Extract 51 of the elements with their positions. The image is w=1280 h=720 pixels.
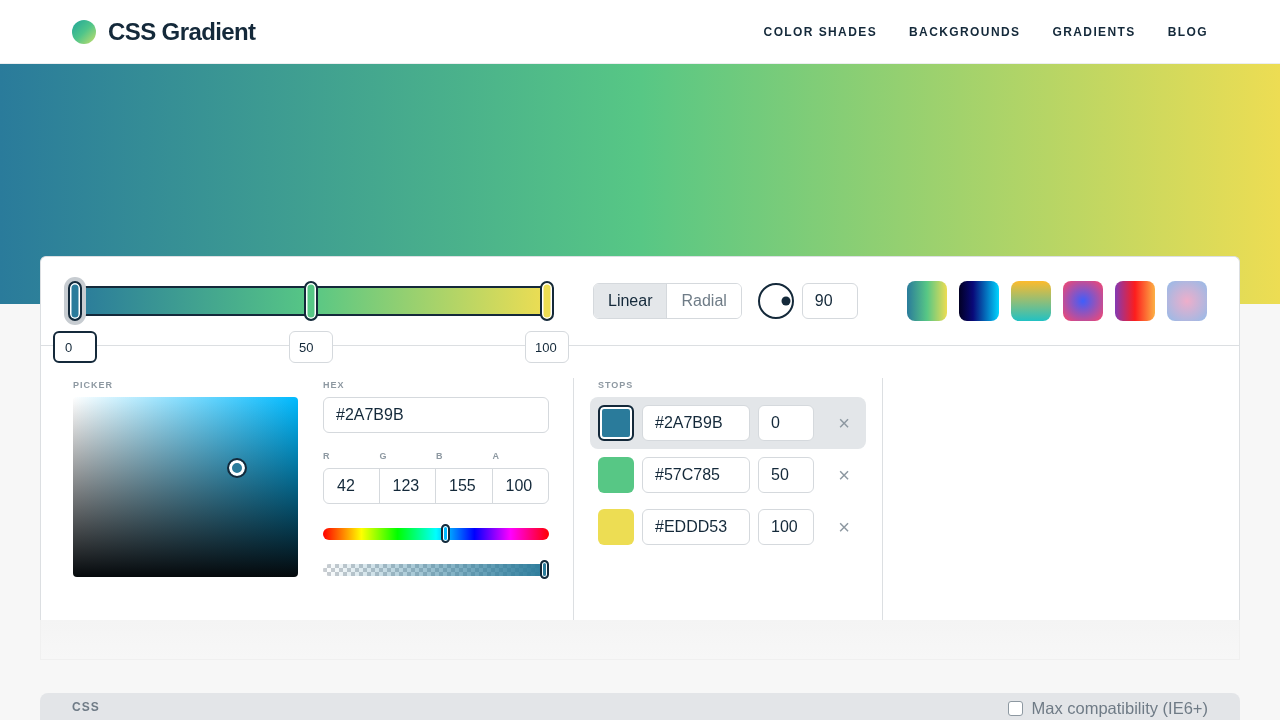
- preset-swatch-icon[interactable]: [1115, 281, 1155, 321]
- position-input[interactable]: 0: [53, 331, 97, 363]
- section-label: HEX: [323, 379, 346, 392]
- channel-label: A: [492, 450, 501, 463]
- alpha-slider-thumb[interactable]: [540, 560, 549, 579]
- channel-label: R: [323, 450, 332, 463]
- hue-slider-track[interactable]: [323, 524, 549, 543]
- nav-link[interactable]: BACKGROUNDS: [909, 24, 1021, 39]
- preset-swatch-icon[interactable]: [959, 281, 999, 321]
- color-swatch-icon[interactable]: [598, 509, 634, 545]
- color-picker-area[interactable]: [73, 397, 298, 577]
- site-title[interactable]: CSS Gradient: [108, 17, 256, 46]
- checkbox-label: Max compatibility (IE6+): [1031, 699, 1208, 717]
- type-tab[interactable]: Linear: [594, 284, 668, 318]
- preset-swatch-icon[interactable]: [907, 281, 947, 321]
- nav-link[interactable]: COLOR SHADES: [763, 24, 878, 39]
- checkbox[interactable]: [1008, 700, 1024, 716]
- nav-link[interactable]: BLOG: [1167, 24, 1208, 39]
- section-label: PICKER: [73, 379, 114, 392]
- stop-hex-input[interactable]: #57C785: [642, 457, 750, 493]
- channel-input[interactable]: 100: [491, 468, 549, 504]
- stop-hex-input[interactable]: #EDDD53: [642, 509, 750, 545]
- stop-position-input[interactable]: 0: [758, 405, 814, 441]
- hex-input[interactable]: #2A7B9B: [323, 397, 549, 433]
- position-input[interactable]: 100: [525, 331, 569, 363]
- angle-input[interactable]: 90: [801, 283, 858, 319]
- color-swatch-icon[interactable]: [598, 405, 634, 441]
- stop-row[interactable]: #2A7B9B 0 ×: [590, 397, 866, 449]
- nav-link[interactable]: GRADIENTS: [1052, 24, 1136, 39]
- channel-label: G: [379, 450, 389, 463]
- logo-icon[interactable]: [72, 19, 96, 44]
- stop-position-input[interactable]: 50: [758, 457, 814, 493]
- preset-swatch-icon[interactable]: [1167, 281, 1207, 321]
- preset-swatch-icon[interactable]: [1063, 281, 1103, 321]
- alpha-slider-track[interactable]: [323, 560, 549, 579]
- stop-hex-input[interactable]: #2A7B9B: [642, 405, 750, 441]
- channel-input[interactable]: 155: [435, 468, 493, 504]
- stop-handle[interactable]: [304, 281, 318, 321]
- angle-dial-icon[interactable]: [757, 283, 794, 319]
- channel-label: B: [436, 450, 445, 463]
- section-label: CSS: [72, 699, 100, 715]
- picker-marker[interactable]: [227, 457, 248, 478]
- color-swatch-icon[interactable]: [598, 457, 634, 493]
- stop-handle[interactable]: [540, 281, 554, 321]
- preset-swatch-icon[interactable]: [1011, 281, 1051, 321]
- position-input[interactable]: 50: [289, 331, 333, 363]
- channel-input[interactable]: 123: [378, 468, 436, 504]
- channel-input[interactable]: 42: [323, 468, 380, 504]
- section-label: STOPS: [598, 379, 635, 392]
- hue-slider-thumb[interactable]: [441, 524, 451, 543]
- stop-position-input[interactable]: 100: [758, 509, 814, 545]
